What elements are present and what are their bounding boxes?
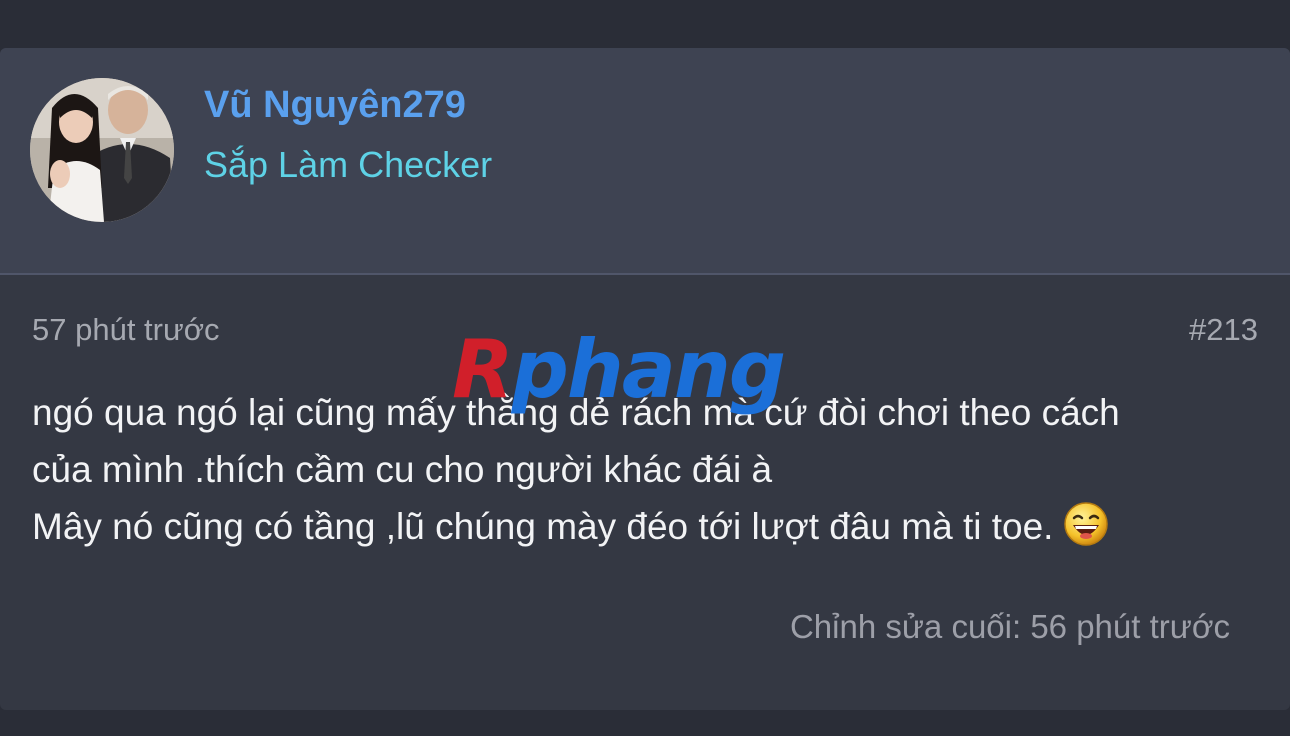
post-header: Vũ Nguyên279 Sắp Làm Checker — [0, 48, 1290, 275]
laughing-emoji-icon — [1063, 501, 1109, 547]
post-body: ngó qua ngó lại cũng mấy thằng dẻ rách m… — [32, 384, 1272, 555]
page: Vũ Nguyên279 Sắp Làm Checker 57 phút trư… — [0, 0, 1290, 736]
last-edited-note: Chỉnh sửa cuối: 56 phút trước — [789, 608, 1230, 645]
post-timestamp[interactable]: 57 phút trước — [32, 312, 220, 348]
post-card: Vũ Nguyên279 Sắp Làm Checker 57 phút trư… — [0, 48, 1290, 710]
post-body-line: Mây nó cũng có tầng ,lũ chúng mày đéo tớ… — [32, 506, 1054, 547]
avatar-photo-icon — [30, 78, 174, 222]
post-body-line: của mình .thích cầm cu cho người khác đá… — [32, 449, 773, 490]
avatar[interactable] — [30, 78, 174, 222]
post-number[interactable]: #213 — [1189, 312, 1258, 348]
post-body-line-with-emoji: Mây nó cũng có tầng ,lũ chúng mày đéo tớ… — [32, 498, 1272, 555]
post-body-line: ngó qua ngó lại cũng mấy thằng dẻ rách m… — [32, 392, 1120, 433]
author-name[interactable]: Vũ Nguyên279 — [204, 84, 466, 127]
author-title: Sắp Làm Checker — [204, 144, 493, 185]
